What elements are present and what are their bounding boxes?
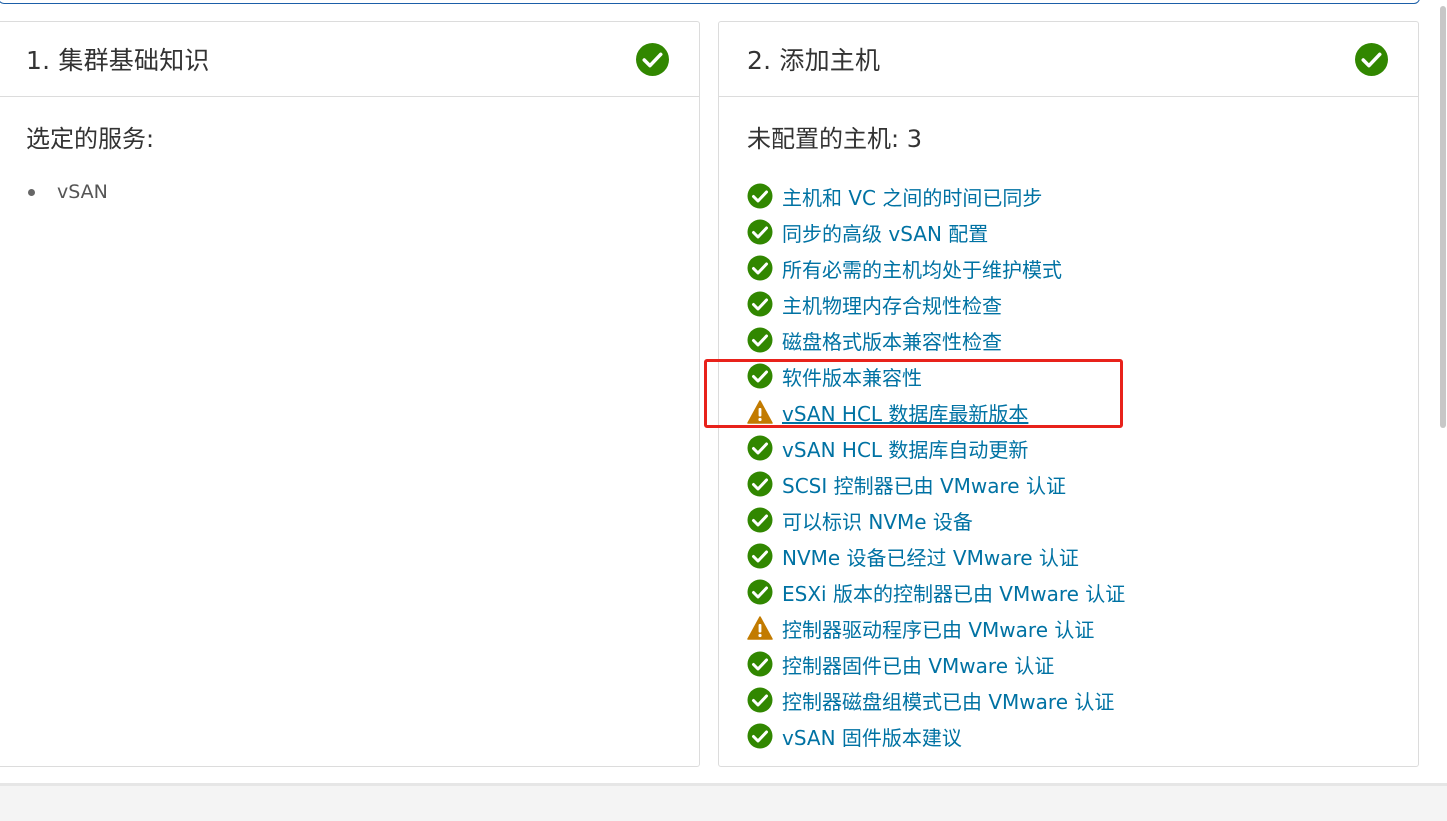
selected-services-title: 选定的服务:: [26, 125, 155, 153]
card-body: 未配置的主机: 3 主机和 VC 之间的时间已同步 同步的高级 vSAN 配置所有…: [719, 97, 1418, 754]
check-circle-icon: [747, 219, 773, 245]
top-frame: [0, 0, 1420, 4]
bullet-icon: [28, 188, 35, 196]
step-card-cluster-basics: 1. 集群基础知识 选定的服务: vSAN: [0, 21, 700, 767]
check-item: 主机和 VC 之间的时间已同步: [747, 178, 1390, 214]
check-circle-icon: [747, 255, 773, 281]
check-item: 主机物理内存合规性检查: [747, 286, 1390, 322]
check-link[interactable]: 磁盘格式版本兼容性检查: [782, 326, 1002, 355]
service-label: vSAN: [57, 181, 108, 203]
service-list: vSAN: [26, 178, 671, 206]
check-link[interactable]: 控制器驱动程序已由 VMware 认证: [782, 614, 1094, 643]
check-link[interactable]: vSAN 固件版本建议: [782, 722, 962, 751]
warning-triangle-icon: [747, 400, 773, 424]
check-item: 同步的高级 vSAN 配置: [747, 214, 1390, 250]
check-circle-icon: [1355, 42, 1388, 76]
compatibility-check-list: 主机和 VC 之间的时间已同步 同步的高级 vSAN 配置所有必需的主机均处于维护…: [747, 178, 1390, 754]
check-link[interactable]: 所有必需的主机均处于维护模式: [782, 254, 1062, 283]
check-link[interactable]: vSAN HCL 数据库自动更新: [782, 434, 1028, 463]
card-body: 选定的服务: vSAN: [0, 97, 699, 206]
check-item: 控制器驱动程序已由 VMware 认证: [747, 610, 1390, 646]
step-card-add-hosts: 2. 添加主机 未配置的主机: 3 主机和 VC 之间的时间已同步 同步的高级 v…: [718, 21, 1419, 767]
card-title: 1. 集群基础知识: [26, 46, 210, 75]
check-link[interactable]: 同步的高级 vSAN 配置: [782, 218, 988, 247]
check-item: 磁盘格式版本兼容性检查: [747, 322, 1390, 358]
check-item: SCSI 控制器已由 VMware 认证: [747, 466, 1390, 502]
check-link[interactable]: vSAN HCL 数据库最新版本: [782, 398, 1028, 427]
check-circle-icon: [747, 579, 773, 605]
check-circle-icon: [747, 687, 773, 713]
check-item: vSAN HCL 数据库自动更新: [747, 430, 1390, 466]
card-header: 1. 集群基础知识: [0, 22, 699, 97]
scrollbar-thumb[interactable]: [1440, 6, 1446, 428]
check-item: vSAN HCL 数据库最新版本: [747, 394, 1390, 430]
check-circle-icon: [747, 363, 773, 389]
bottom-bar: [0, 783, 1447, 821]
check-link[interactable]: 控制器固件已由 VMware 认证: [782, 650, 1054, 679]
check-item: 所有必需的主机均处于维护模式: [747, 250, 1390, 286]
check-link[interactable]: SCSI 控制器已由 VMware 认证: [782, 470, 1066, 499]
check-circle-icon: [747, 651, 773, 677]
check-circle-icon: [747, 543, 773, 569]
check-item: 控制器固件已由 VMware 认证: [747, 646, 1390, 682]
unconfigured-hosts-title: 未配置的主机: 3: [747, 125, 922, 153]
warning-triangle-icon: [747, 616, 773, 640]
check-circle-icon: [747, 723, 773, 749]
check-circle-icon: [636, 42, 669, 76]
check-circle-icon: [747, 507, 773, 533]
check-circle-icon: [747, 327, 773, 353]
check-link[interactable]: 主机物理内存合规性检查: [782, 290, 1002, 319]
check-link[interactable]: 软件版本兼容性: [782, 362, 922, 391]
check-link[interactable]: 主机和 VC 之间的时间已同步: [782, 182, 1042, 211]
check-circle-icon: [747, 291, 773, 317]
check-link[interactable]: 控制器磁盘组模式已由 VMware 认证: [782, 686, 1114, 715]
check-item: 可以标识 NVMe 设备: [747, 502, 1390, 538]
check-circle-icon: [747, 183, 773, 209]
check-item: ESXi 版本的控制器已由 VMware 认证: [747, 574, 1390, 610]
check-circle-icon: [747, 471, 773, 497]
card-title: 2. 添加主机: [747, 46, 881, 75]
service-item: vSAN: [26, 178, 671, 206]
check-link[interactable]: NVMe 设备已经过 VMware 认证: [782, 542, 1079, 571]
check-item: NVMe 设备已经过 VMware 认证: [747, 538, 1390, 574]
check-item: 软件版本兼容性: [747, 358, 1390, 394]
check-item: vSAN 固件版本建议: [747, 718, 1390, 754]
card-header: 2. 添加主机: [719, 22, 1418, 97]
check-item: 控制器磁盘组模式已由 VMware 认证: [747, 682, 1390, 718]
check-link[interactable]: 可以标识 NVMe 设备: [782, 506, 973, 535]
check-link[interactable]: ESXi 版本的控制器已由 VMware 认证: [782, 578, 1125, 607]
check-circle-icon: [747, 435, 773, 461]
